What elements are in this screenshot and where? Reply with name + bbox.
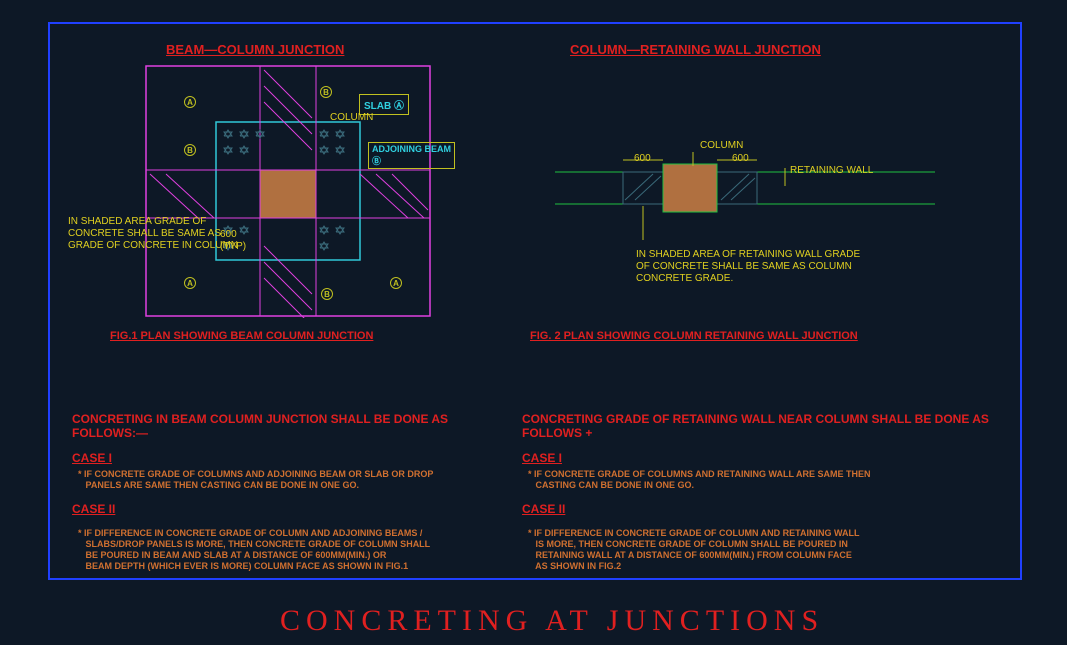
left-title: BEAM—COLUMN JUNCTION xyxy=(166,42,344,57)
column-label-r: COLUMN xyxy=(700,140,743,152)
right-case2-text: * IF DIFFERENCE IN CONCRETE GRADE OF COL… xyxy=(528,528,860,572)
adjoining-label: ADJOINING BEAM Ⓑ xyxy=(368,142,455,169)
column-label: COLUMN xyxy=(330,112,373,124)
right-case1-text: * IF CONCRETE GRADE OF COLUMNS AND RETAI… xyxy=(528,469,871,491)
marker-b: B xyxy=(321,288,333,300)
right-heading: CONCRETING GRADE OF RETAINING WALL NEAR … xyxy=(522,412,1002,440)
shaded-note-right: IN SHADED AREA OF RETAINING WALL GRADE O… xyxy=(636,249,860,285)
fig1-caption: FIG.1 PLAN SHOWING BEAM COLUMN JUNCTION xyxy=(110,330,373,342)
marker-b: B xyxy=(184,144,196,156)
dim-600-r: 600 xyxy=(732,153,749,165)
right-case2: CASE II xyxy=(522,502,565,516)
main-title: CONCRETING AT JUNCTIONS xyxy=(280,604,824,638)
shaded-note-left: IN SHADED AREA GRADE OF CONCRETE SHALL B… xyxy=(68,216,238,252)
left-case1: CASE I xyxy=(72,451,112,465)
marker-a: A xyxy=(184,277,196,289)
left-case1-text: * IF CONCRETE GRADE OF COLUMNS AND ADJOI… xyxy=(78,469,433,491)
marker-a: A xyxy=(390,277,402,289)
fig2-caption: FIG. 2 PLAN SHOWING COLUMN RETAINING WAL… xyxy=(530,330,858,342)
left-case2: CASE II xyxy=(72,502,115,516)
marker-a: A xyxy=(184,96,196,108)
right-title: COLUMN—RETAINING WALL JUNCTION xyxy=(570,42,821,57)
fig2-drawing xyxy=(555,150,935,250)
left-case2-text: * IF DIFFERENCE IN CONCRETE GRADE OF COL… xyxy=(78,528,430,572)
marker-b: B xyxy=(320,86,332,98)
left-heading: CONCRETING IN BEAM COLUMN JUNCTION SHALL… xyxy=(72,412,492,440)
right-case1: CASE I xyxy=(522,451,562,465)
dim-600-l: 600 xyxy=(634,153,651,165)
retaining-label: RETAINING WALL xyxy=(790,165,873,177)
